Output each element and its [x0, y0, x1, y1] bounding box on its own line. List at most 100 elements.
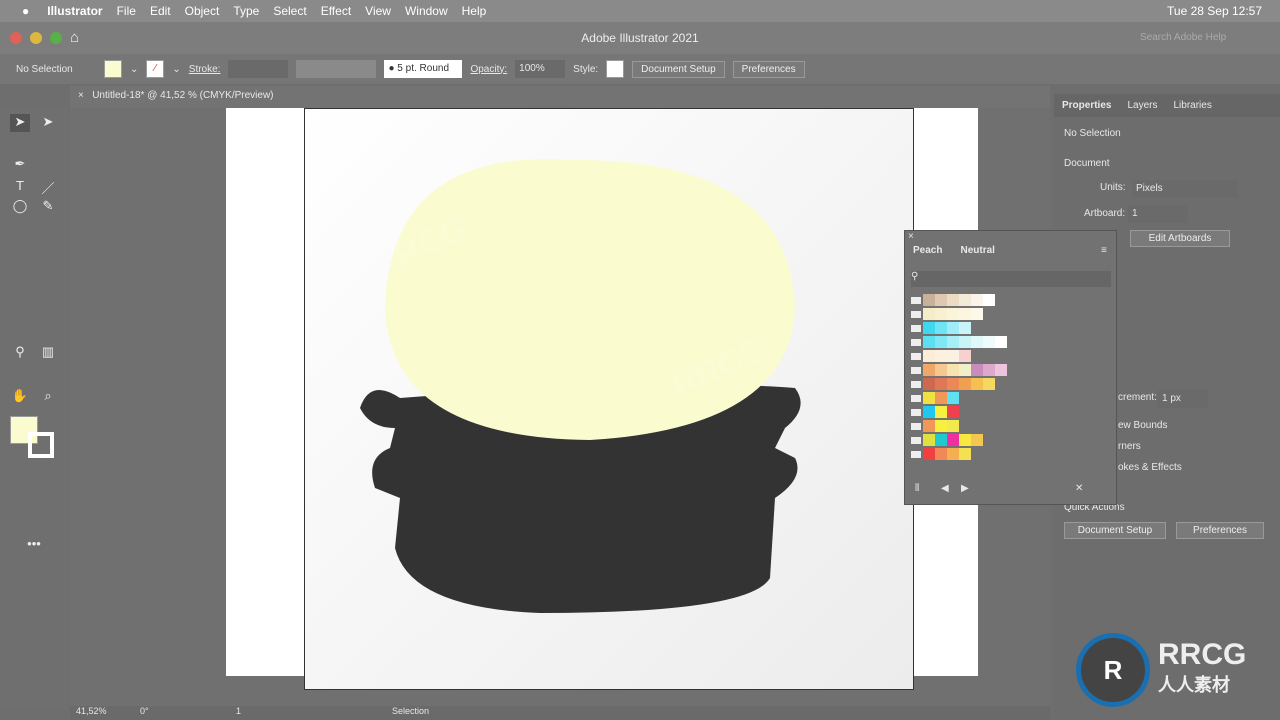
menu-app[interactable]: Illustrator [47, 4, 102, 18]
menu-edit[interactable]: Edit [150, 4, 171, 18]
menu-select[interactable]: Select [273, 4, 306, 18]
line-tool-icon[interactable]: ／ [38, 178, 58, 196]
swatch[interactable] [947, 308, 959, 320]
swatch[interactable] [947, 294, 959, 306]
swatch[interactable] [923, 322, 935, 334]
document-setup-button[interactable]: Document Setup [632, 60, 725, 78]
swatch-libraries-menu-icon[interactable]: ⫴ [915, 483, 919, 494]
hand-tool-icon[interactable]: ✋ [10, 388, 30, 406]
swatch-group[interactable] [911, 391, 1007, 405]
swatch[interactable] [971, 364, 983, 376]
document-tab[interactable]: × Untitled-18* @ 41,52 % (CMYK/Preview) [70, 86, 1050, 108]
swatch[interactable] [935, 350, 947, 362]
swatch[interactable] [935, 420, 947, 432]
swatch-options-icon[interactable]: ✕ [1075, 483, 1083, 494]
previous-library-icon[interactable]: ◀ [941, 483, 949, 494]
swatch[interactable] [923, 448, 935, 460]
swatch[interactable] [959, 336, 971, 348]
swatch-group[interactable] [911, 447, 1007, 461]
swatch-group[interactable] [911, 335, 1007, 349]
zoom-tool-icon[interactable]: ⌕ [38, 388, 58, 406]
tab-peach[interactable]: Peach [913, 245, 942, 256]
swatch[interactable] [971, 336, 983, 348]
keyboard-increment-field[interactable]: 1 px [1158, 390, 1208, 408]
swatch-group[interactable] [911, 363, 1007, 377]
swatch[interactable] [935, 322, 947, 334]
swatch-group[interactable] [911, 293, 1007, 307]
opacity-field[interactable]: 100% [515, 60, 566, 78]
more-tools-icon[interactable]: ••• [24, 536, 44, 554]
swatch[interactable] [947, 434, 959, 446]
swatch-group[interactable] [911, 377, 1007, 391]
swatch[interactable] [971, 294, 983, 306]
preferences-button[interactable]: Preferences [1176, 522, 1264, 539]
swatch[interactable] [947, 392, 959, 404]
menu-effect[interactable]: Effect [321, 4, 351, 18]
brush-dropdown[interactable]: ● 5 pt. Round [384, 60, 463, 78]
swatch[interactable] [923, 308, 935, 320]
close-window-button[interactable] [10, 32, 22, 44]
menu-type[interactable]: Type [233, 4, 259, 18]
swatch[interactable] [971, 308, 983, 320]
swatch[interactable] [923, 420, 935, 432]
swatch-group[interactable] [911, 307, 1007, 321]
fill-swatch[interactable] [104, 60, 122, 78]
swatch[interactable] [935, 392, 947, 404]
ellipse-tool-icon[interactable]: ◯ [10, 198, 30, 216]
tab-libraries[interactable]: Libraries [1173, 100, 1211, 111]
canvas[interactable]: RRCG RRCG [70, 108, 1050, 708]
swatch[interactable] [947, 364, 959, 376]
pen-tool-icon[interactable]: ✒ [10, 156, 30, 174]
document-setup-button[interactable]: Document Setup [1064, 522, 1166, 539]
direct-selection-tool-icon[interactable]: ➤ [38, 114, 58, 132]
use-preview-bounds[interactable]: ew Bounds [1118, 420, 1167, 431]
swatch[interactable] [923, 336, 935, 348]
swatch[interactable] [935, 448, 947, 460]
artboard-number[interactable]: 1 [236, 706, 241, 716]
swatch[interactable] [983, 378, 995, 390]
menu-object[interactable]: Object [185, 4, 220, 18]
menu-help[interactable]: Help [462, 4, 487, 18]
menu-view[interactable]: View [365, 4, 391, 18]
type-tool-icon[interactable]: T [10, 178, 30, 196]
swatch[interactable] [935, 336, 947, 348]
close-tab-icon[interactable]: × [78, 90, 84, 101]
swatch[interactable] [935, 308, 947, 320]
eyedropper-tool-icon[interactable]: ⚲ [10, 344, 30, 362]
swatch[interactable] [959, 322, 971, 334]
swatch-group[interactable] [911, 321, 1007, 335]
tab-layers[interactable]: Layers [1127, 100, 1157, 111]
stroke-color-box[interactable] [28, 432, 54, 458]
stroke-label[interactable]: Stroke: [189, 64, 221, 75]
stroke-swatch[interactable]: ⁄ [146, 60, 165, 78]
graph-tool-icon[interactable]: ▥ [38, 344, 58, 362]
chevron-down-icon[interactable]: ⌄ [172, 64, 180, 75]
next-library-icon[interactable]: ▶ [961, 483, 969, 494]
swatches-panel[interactable]: × Peach Neutral ≡ ⚲ ⫴ ◀ ▶ ✕ [904, 230, 1117, 505]
tab-neutral[interactable]: Neutral [960, 245, 994, 256]
opacity-label[interactable]: Opacity: [470, 64, 507, 75]
zoom-level[interactable]: 41,52% [76, 706, 107, 716]
home-icon[interactable]: ⌂ [70, 22, 79, 54]
swatch[interactable] [959, 294, 971, 306]
close-panel-icon[interactable]: × [908, 231, 914, 242]
swatch[interactable] [983, 336, 995, 348]
swatch[interactable] [923, 294, 935, 306]
swatch[interactable] [935, 364, 947, 376]
swatch[interactable] [935, 406, 947, 418]
swatch[interactable] [959, 448, 971, 460]
swatch[interactable] [959, 364, 971, 376]
swatch[interactable] [995, 364, 1007, 376]
swatch[interactable] [995, 336, 1007, 348]
swatch[interactable] [959, 308, 971, 320]
swatch[interactable] [947, 448, 959, 460]
panel-menu-icon[interactable]: ≡ [1101, 245, 1107, 256]
tab-properties[interactable]: Properties [1062, 100, 1111, 111]
swatch[interactable] [947, 406, 959, 418]
swatch[interactable] [935, 378, 947, 390]
swatch[interactable] [971, 434, 983, 446]
swatch[interactable] [923, 406, 935, 418]
current-tool[interactable]: Selection [392, 706, 429, 716]
swatch-group[interactable] [911, 349, 1007, 363]
swatch-group[interactable] [911, 419, 1007, 433]
